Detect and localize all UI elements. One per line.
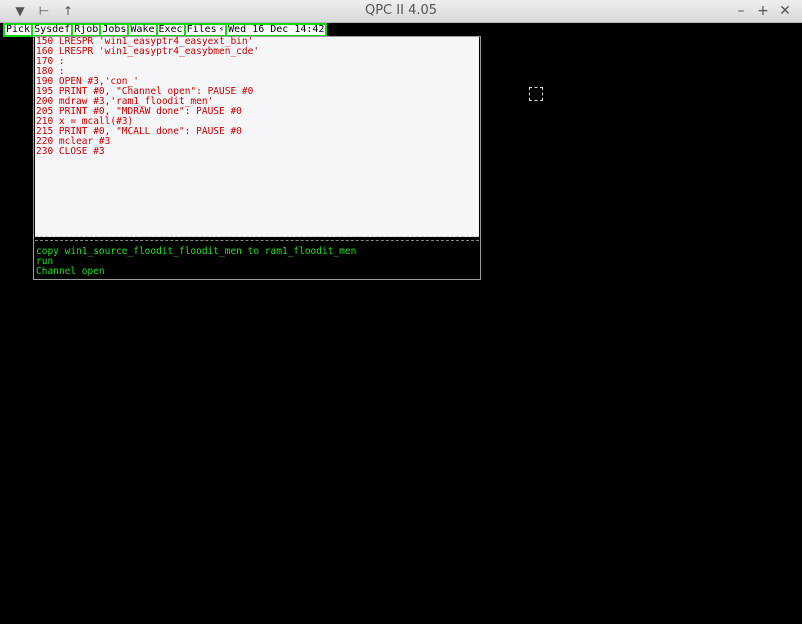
command-line: copy win1_source_floodit_floodit_men to … [36, 246, 357, 257]
jobs-button[interactable]: Jobs [99, 23, 128, 37]
command-line: Channel open [36, 266, 105, 277]
files-button-label: Files [186, 24, 217, 35]
files-button[interactable]: Files ⚡ [183, 23, 226, 37]
exec-button[interactable]: Exec [155, 23, 184, 37]
program-listing[interactable]: 150 LRESPR 'win1_easyptr4_easyext_bin' 1… [35, 37, 479, 237]
listing-line: 170 : [36, 56, 65, 67]
superbasic-window: 150 LRESPR 'win1_easyptr4_easyext_bin' 1… [33, 36, 481, 280]
rjob-button[interactable]: Rjob [71, 23, 100, 37]
sysdef-button[interactable]: Sysdef [31, 23, 72, 37]
wake-button[interactable]: Wake [127, 23, 156, 37]
title-bar: ▼ ⊢ ↑ QPC II 4.05 – + ✕ [0, 0, 802, 23]
maximize-icon[interactable]: + [752, 2, 774, 20]
command-area[interactable]: copy win1_source_floodit_floodit_men to … [35, 240, 479, 279]
lightning-icon: ⚡ [218, 25, 225, 35]
listing-line: 230 CLOSE #3 [36, 146, 105, 157]
pick-button[interactable]: Pick [3, 23, 32, 37]
minimize-icon[interactable]: – [730, 2, 752, 20]
window-title: QPC II 4.05 [364, 3, 438, 18]
button-frame: Pick Sysdef Rjob Jobs Wake Exec Files ⚡ … [3, 23, 328, 37]
listing-line: 160 LRESPR 'win1_easyptr4_easybmen_cde' [36, 46, 260, 57]
title-bar-right-buttons: – + ✕ [730, 2, 796, 20]
clock-display: Wed 16 Dec 14:42 [225, 23, 328, 37]
pointer-cursor-icon [529, 87, 543, 101]
close-icon[interactable]: ✕ [774, 2, 796, 20]
